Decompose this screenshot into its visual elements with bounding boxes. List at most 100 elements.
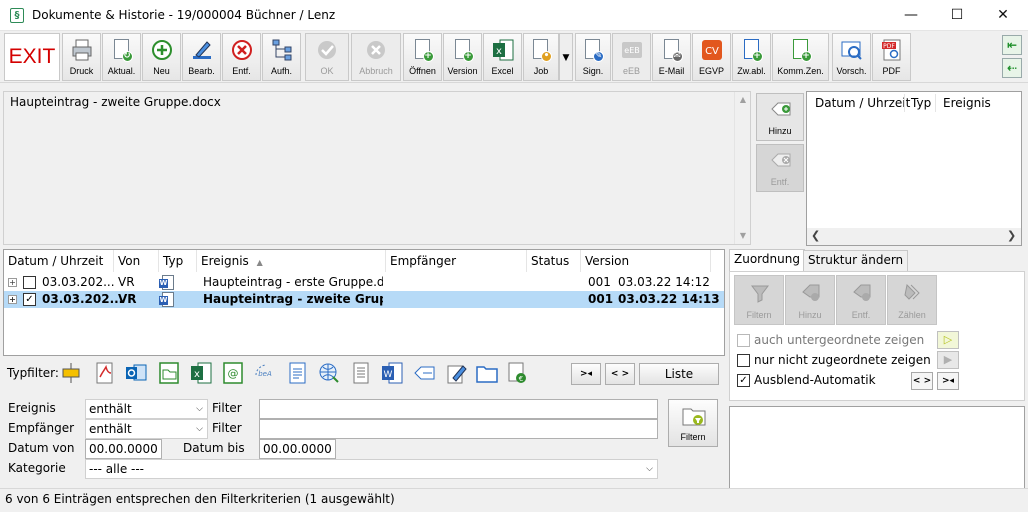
version-icon: + [452, 38, 474, 62]
filtern-button[interactable]: Filtern [668, 399, 718, 447]
datum-von-input[interactable]: 00.00.0000 [85, 439, 162, 459]
kategorie-select[interactable]: --- alle --- ⌵ [85, 459, 658, 479]
clipboard-button[interactable]: + Zw.abl. [732, 33, 771, 81]
typfilter-expand-button[interactable]: < > [605, 363, 635, 385]
row-version-date: 03.03.22 14:13 [618, 292, 720, 306]
liste-button[interactable]: Liste [639, 363, 719, 385]
tag-add-icon [800, 282, 822, 307]
ereignis-filter-input[interactable] [259, 399, 658, 419]
type-filter-euro-doc-icon[interactable]: € [506, 361, 528, 385]
col-header-von[interactable]: Von [114, 250, 159, 272]
type-filter-email-icon[interactable]: @ [222, 361, 244, 385]
option-checkbox[interactable] [737, 354, 750, 367]
tab-struktur-aendern[interactable]: Struktur ändern [803, 250, 909, 271]
entf-side-label: Entf. [770, 177, 790, 187]
col-header-empfaenger[interactable]: Empfänger [386, 250, 527, 272]
pdf-button[interactable]: PDF PDF [872, 33, 911, 81]
zuordnung-collapse-button[interactable]: >◂ [937, 372, 959, 390]
eeb-button[interactable]: eEB eEB [612, 33, 651, 81]
preview-button[interactable]: Vorsch. [832, 33, 871, 81]
col-header-typ[interactable]: Typ [159, 250, 197, 272]
preview-scrollbar[interactable]: ▲ ▼ [734, 92, 750, 244]
zuordnung-count-button[interactable]: Zählen [887, 275, 937, 325]
chevron-down-icon: ⌵ [646, 464, 653, 474]
commzen-button[interactable]: + Komm.Zen. [772, 33, 829, 81]
edit-button[interactable]: Bearb. [182, 33, 221, 81]
type-filter-tag-icon[interactable] [413, 361, 435, 385]
play-outline-button[interactable]: ▷ [937, 331, 959, 349]
type-filter-tape-icon[interactable] [60, 361, 82, 385]
table-row[interactable]: + 03.03.202... VR W Haupteintrag - erste… [4, 274, 724, 291]
job-dropdown-button[interactable]: ▼ [559, 33, 573, 81]
history-header-event[interactable]: Ereignis [943, 96, 991, 110]
type-filter-document-icon[interactable] [287, 361, 309, 385]
datum-bis-input[interactable]: 00.00.0000 [259, 439, 336, 459]
type-filter-word-icon[interactable]: W [381, 361, 403, 385]
col-header-version[interactable]: Version [581, 250, 711, 272]
col-header-status[interactable]: Status [527, 250, 581, 272]
type-filter-folder-blue-icon[interactable] [476, 361, 498, 385]
arrow-left-out-button[interactable]: ⇠ [1002, 58, 1022, 78]
ereignis-mode-select[interactable]: enthält ⌵ [85, 399, 208, 419]
scroll-down-icon: ▼ [739, 231, 747, 240]
version-button[interactable]: + Version [443, 33, 482, 81]
plus-icon [151, 38, 173, 62]
hierarchy-button[interactable]: Aufh. [262, 33, 301, 81]
exit-button[interactable]: EXIT [4, 33, 60, 81]
arrow-left-icon: ⇤ [1006, 38, 1018, 52]
excel-button[interactable]: x Excel [483, 33, 522, 81]
type-filter-text-doc-icon[interactable] [350, 361, 372, 385]
zuordnung-filter-button[interactable]: Filtern [734, 275, 784, 325]
option-checkbox[interactable] [737, 334, 750, 347]
open-button[interactable]: + Öffnen [403, 33, 442, 81]
svg-text:beA: beA [258, 370, 272, 378]
row-checkbox[interactable] [23, 276, 36, 289]
row-ereignis: Haupteintrag - erste Gruppe.d... [203, 275, 383, 289]
type-filter-folder-icon[interactable] [158, 361, 180, 385]
zuordnung-remove-button[interactable]: Entf. [836, 275, 886, 325]
new-button[interactable]: Neu [142, 33, 181, 81]
play-button[interactable]: ▶ [937, 351, 959, 369]
document-grid[interactable]: Datum / Uhrzeit Von Typ Ereignis ▲ Empfä… [3, 249, 725, 356]
close-button[interactable]: ✕ [980, 0, 1026, 31]
sign-button[interactable]: ✎ Sign. [575, 33, 611, 81]
zuordnung-add-button[interactable]: Hinzu [785, 275, 835, 325]
egvp-button[interactable]: CV EGVP [692, 33, 731, 81]
option-checkbox[interactable]: ✓ [737, 374, 750, 387]
history-list[interactable]: Datum / Uhrzeit Typ Ereignis ❮ ❯ [806, 91, 1022, 246]
zuordnung-expand-button[interactable]: < > [911, 372, 933, 390]
hinzu-side-button[interactable]: Hinzu [756, 93, 804, 141]
type-filter-excel-icon[interactable]: x [190, 361, 212, 385]
minimize-button[interactable]: — [888, 0, 934, 31]
maximize-button[interactable]: ☐ [934, 0, 980, 31]
history-hscrollbar[interactable]: ❮ ❯ [807, 228, 1021, 245]
kategorie-value: --- alle --- [89, 462, 145, 476]
print-button[interactable]: Druck [62, 33, 101, 81]
arrow-left-in-button[interactable]: ⇤ [1002, 35, 1022, 55]
expand-icon[interactable]: + [8, 295, 17, 304]
history-header-date[interactable]: Datum / Uhrzeit [815, 96, 910, 110]
col-header-date[interactable]: Datum / Uhrzeit [4, 250, 114, 272]
type-filter-pdf-icon[interactable] [93, 361, 115, 385]
ok-button[interactable]: OK [305, 33, 349, 81]
tab-zuordnung[interactable]: Zuordnung [729, 249, 805, 272]
type-filter-web-search-icon[interactable] [318, 361, 340, 385]
empfaenger-filter-input[interactable] [259, 419, 658, 439]
expand-icon[interactable]: + [8, 278, 17, 287]
row-checkbox[interactable]: ✓ [23, 293, 36, 306]
col-header-ereignis[interactable]: Ereignis ▲ [197, 250, 386, 272]
type-filter-outlook-icon[interactable] [125, 361, 147, 385]
table-row-selected[interactable]: + ✓ 03.03.202... VR W Haupteintrag - zwe… [4, 291, 724, 308]
typfilter-collapse-button[interactable]: >◂ [571, 363, 601, 385]
type-filter-bea-icon[interactable]: beA [254, 361, 276, 385]
abbruch-button[interactable]: Abbruch [351, 33, 401, 81]
cancel-icon [365, 38, 387, 62]
job-button[interactable]: • Job [523, 33, 559, 81]
empfaenger-mode-select[interactable]: enthält ⌵ [85, 419, 208, 439]
delete-button[interactable]: Entf. [222, 33, 261, 81]
entf-side-button[interactable]: Entf. [756, 144, 804, 192]
refresh-button[interactable]: ↻ Aktual. [102, 33, 141, 81]
type-filter-pencil-icon[interactable] [445, 361, 467, 385]
email-button[interactable]: ✉ E-Mail [652, 33, 691, 81]
history-header-type[interactable]: Typ [911, 96, 931, 110]
